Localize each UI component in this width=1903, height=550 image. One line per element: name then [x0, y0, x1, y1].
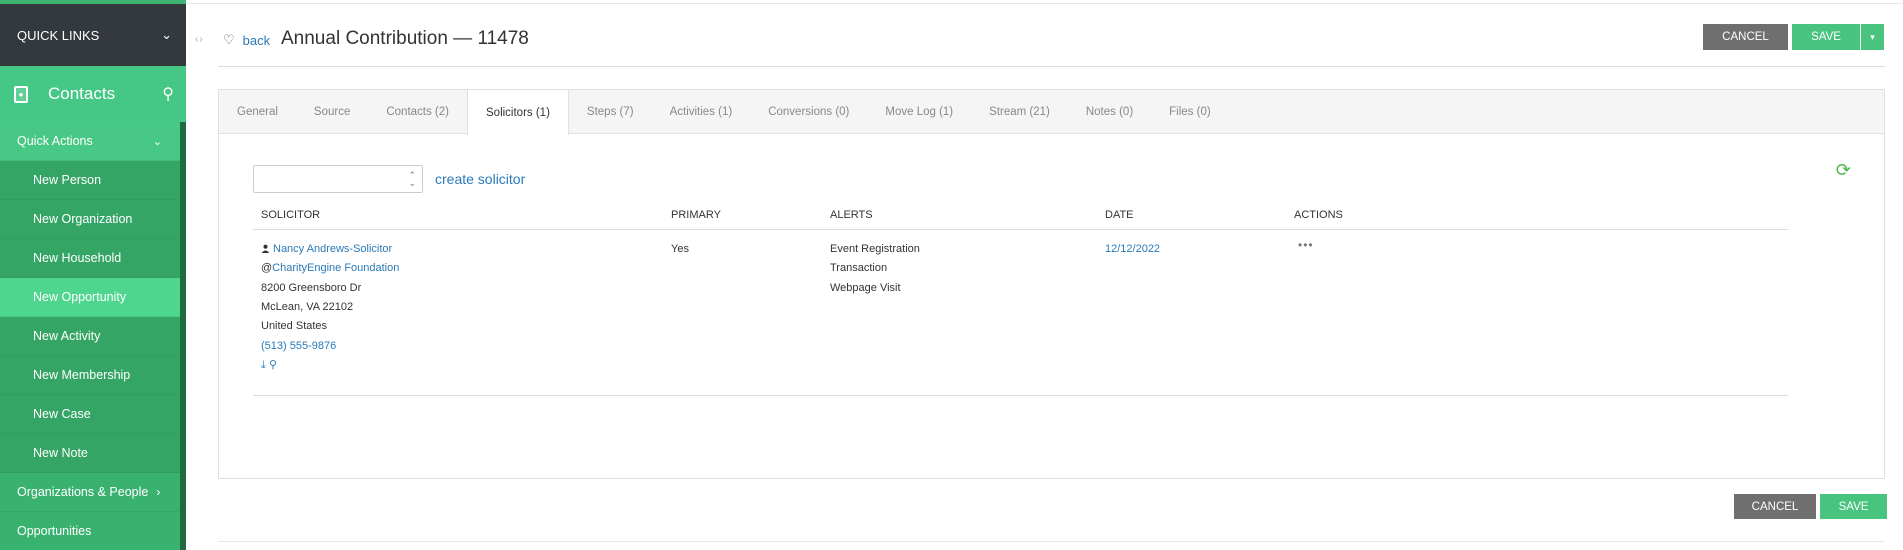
sidebar-item-new-activity[interactable]: New Activity	[0, 317, 180, 356]
tab-activities[interactable]: Activities (1)	[652, 90, 751, 134]
sidebar: QUICK LINKS ⌄ ● Contacts ⚲ Quick Actions…	[0, 0, 186, 550]
quick-links-label: QUICK LINKS	[17, 27, 100, 43]
footer-cancel-button[interactable]: CANCEL	[1734, 494, 1816, 519]
tab-stream[interactable]: Stream (21)	[971, 90, 1068, 134]
tab-contacts[interactable]: Contacts (2)	[368, 90, 467, 134]
module-header[interactable]: ● Contacts ⚲	[0, 66, 186, 122]
at-icon: @	[261, 262, 273, 274]
sidebar-item-organizations-people[interactable]: Organizations & People ›	[0, 473, 180, 512]
address-line-1: 8200 Greensboro Dr	[261, 282, 362, 294]
footer-save-button[interactable]: SAVE	[1820, 494, 1887, 519]
sidebar-item-label: New Person	[33, 173, 102, 187]
page-title: Annual Contribution — 11478	[281, 28, 529, 49]
create-solicitor-link[interactable]: create solicitor	[435, 171, 525, 187]
person-icon	[261, 244, 270, 253]
sidebar-item-new-note[interactable]: New Note	[0, 434, 180, 473]
primary-value: Yes	[671, 243, 689, 255]
footer-divider	[218, 541, 1885, 542]
heart-icon[interactable]: ♡	[223, 32, 235, 48]
solicitor-name-link[interactable]: Nancy Andrews-Solicitor	[273, 243, 392, 255]
title-divider	[218, 66, 1885, 67]
sidebar-item-new-person[interactable]: New Person	[0, 161, 180, 200]
table-header: SOLICITOR PRIMARY ALERTS DATE ACTIONS	[253, 196, 1788, 230]
sidebar-item-opportunities[interactable]: Opportunities	[0, 512, 180, 550]
contact-tools: ⤓ ⚲	[261, 358, 277, 372]
table-row: Nancy Andrews-Solicitor @CharityEngine F…	[253, 230, 1788, 396]
save-button[interactable]: SAVE	[1792, 24, 1860, 50]
tab-files[interactable]: Files (0)	[1151, 90, 1229, 134]
search-icon[interactable]: ⚲	[162, 84, 174, 104]
updown-icon: ⌃ ⌄	[408, 170, 416, 188]
column-header-date[interactable]: DATE	[1105, 209, 1134, 221]
alert-item: Webpage Visit	[830, 282, 901, 294]
chevron-right-icon: ›	[156, 485, 161, 499]
sidebar-item-label: Opportunities	[17, 524, 92, 538]
sidebar-item-label: Organizations & People	[17, 485, 149, 499]
sidebar-item-label: New Case	[33, 407, 91, 421]
sidebar-item-label: New Note	[33, 446, 88, 460]
alert-item: Transaction	[830, 262, 888, 274]
module-title: Contacts	[48, 84, 116, 103]
sidebar-item-new-organization[interactable]: New Organization	[0, 200, 180, 239]
organization-link[interactable]: CharityEngine Foundation	[272, 262, 399, 274]
contact-card-icon: ●	[14, 85, 28, 103]
record-panel: General Source Contacts (2) Solicitors (…	[218, 89, 1885, 479]
chevron-down-icon: ⌄	[152, 135, 162, 148]
sidebar-item-label: Quick Actions	[17, 134, 93, 148]
sidebar-item-quick-actions[interactable]: Quick Actions ⌄	[0, 122, 180, 161]
cancel-button[interactable]: CANCEL	[1703, 24, 1788, 50]
alert-item: Event Registration	[830, 243, 920, 255]
sidebar-item-new-membership[interactable]: New Membership	[0, 356, 180, 395]
date-link[interactable]: 12/12/2022	[1105, 242, 1160, 256]
map-marker-icon[interactable]: ⚲	[269, 359, 277, 371]
column-header-primary[interactable]: PRIMARY	[671, 209, 721, 221]
address-line-2: McLean, VA 22102	[261, 301, 354, 313]
phone-link[interactable]: (513) 555-9876	[261, 339, 336, 353]
sidebar-item-label: New Opportunity	[33, 290, 127, 304]
sidebar-item-label: New Household	[33, 251, 122, 265]
tab-general[interactable]: General	[219, 90, 296, 134]
column-header-actions: ACTIONS	[1294, 209, 1343, 221]
tab-notes[interactable]: Notes (0)	[1068, 90, 1151, 134]
tab-solicitors[interactable]: Solicitors (1)	[467, 90, 569, 135]
refresh-icon[interactable]: ⟳	[1836, 160, 1851, 181]
tab-move-log[interactable]: Move Log (1)	[867, 90, 971, 134]
sidebar-scrollbar[interactable]	[180, 122, 186, 550]
back-label: back	[242, 32, 271, 48]
tab-conversions[interactable]: Conversions (0)	[750, 90, 867, 134]
sidebar-item-new-opportunity[interactable]: New Opportunity	[0, 278, 180, 317]
solicitor-name-line: Nancy Andrews-Solicitor	[261, 242, 392, 256]
tab-source[interactable]: Source	[296, 90, 368, 134]
quick-links-dropdown[interactable]: QUICK LINKS ⌄	[0, 4, 186, 66]
ellipsis-icon[interactable]: •••	[1298, 238, 1314, 252]
back-link[interactable]: ♡ back	[223, 32, 270, 48]
solicitor-select[interactable]: ⌃ ⌄	[253, 165, 423, 193]
address-country: United States	[261, 320, 328, 332]
sidebar-item-new-case[interactable]: New Case	[0, 395, 180, 434]
sidebar-nav: Quick Actions ⌄ New Person New Organizat…	[0, 122, 180, 550]
sidebar-item-label: New Membership	[33, 368, 131, 382]
top-border	[186, 0, 1903, 4]
expand-collapse-icon[interactable]: ‹›	[195, 34, 204, 45]
chevron-down-icon: ⌄	[161, 27, 172, 42]
solicitor-org-line: @CharityEngine Foundation	[261, 261, 399, 275]
sidebar-item-label: New Activity	[33, 329, 101, 343]
column-header-solicitor[interactable]: SOLICITOR	[261, 209, 320, 221]
sidebar-item-label: New Organization	[33, 212, 133, 226]
download-icon[interactable]: ⤓	[261, 359, 266, 371]
save-options-button[interactable]: ▾	[1861, 24, 1884, 50]
column-header-alerts[interactable]: ALERTS	[830, 209, 873, 221]
tab-steps[interactable]: Steps (7)	[569, 90, 652, 134]
sidebar-item-new-household[interactable]: New Household	[0, 239, 180, 278]
tab-bar: General Source Contacts (2) Solicitors (…	[219, 90, 1884, 135]
caret-down-icon: ▾	[1870, 31, 1875, 42]
